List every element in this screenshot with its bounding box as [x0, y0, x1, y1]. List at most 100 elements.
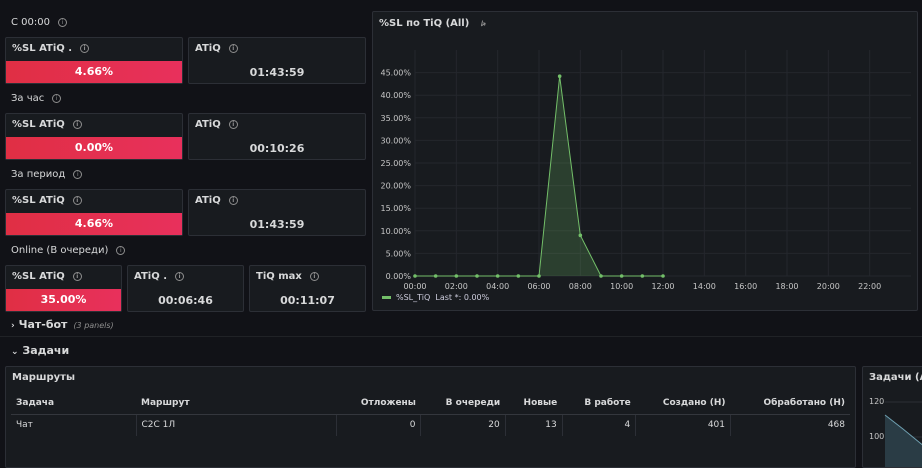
panel-title: ATiQ	[195, 195, 221, 206]
col-header-in-queue[interactable]: В очереди	[420, 392, 506, 415]
routes-panel: Маршруты Задача Маршрут Отложены В очере…	[5, 366, 856, 468]
info-icon[interactable]: i	[116, 245, 126, 255]
routes-table: Задача Маршрут Отложены В очереди Новые …	[11, 392, 850, 436]
section-label: За период	[11, 169, 66, 180]
data-point	[661, 274, 665, 278]
data-point	[454, 274, 459, 278]
y-tick-label: 10.00%	[380, 227, 411, 236]
info-icon[interactable]: i	[228, 43, 238, 53]
data-point	[578, 233, 583, 238]
stat-value: 4.66%	[6, 213, 182, 235]
sl-atiq-panel-3: %SL ATiQ i 4.66%	[5, 189, 183, 236]
data-point	[433, 274, 438, 278]
panel-title: ATiQ .	[134, 271, 167, 282]
data-point	[413, 274, 417, 278]
panel-title: %SL ATiQ	[12, 195, 65, 206]
routes-table-wrap: Задача Маршрут Отложены В очереди Новые …	[11, 392, 850, 436]
x-tick-label: 18:00	[775, 282, 798, 291]
col-header-postponed[interactable]: Отложены	[336, 392, 421, 415]
col-header-processed[interactable]: Обработано (Н)	[730, 392, 850, 415]
col-header-in-work[interactable]: В работе	[562, 392, 636, 415]
info-icon[interactable]: i	[52, 93, 62, 103]
sl-atiq-panel-2: %SL ATiQ i 0.00%	[5, 113, 183, 160]
info-icon[interactable]: i	[80, 43, 90, 53]
row-chatbot[interactable]: › Чат-бот (3 panels)	[11, 318, 114, 331]
info-icon[interactable]: i	[72, 195, 82, 205]
info-icon[interactable]: i	[73, 169, 83, 179]
x-tick-label: 06:00	[527, 282, 550, 291]
y-tick-label: 25.00%	[380, 159, 411, 168]
x-tick-label: 14:00	[693, 282, 716, 291]
cell-created: 401	[635, 414, 731, 436]
col-header-created[interactable]: Создано (Н)	[635, 392, 731, 415]
section-since-midnight: С 00:00 i	[11, 17, 67, 28]
tasks-mini-chart	[884, 401, 922, 467]
x-tick-label: 22:00	[858, 282, 881, 291]
data-point	[516, 274, 521, 278]
y-tick-label: 20.00%	[380, 182, 411, 191]
info-icon[interactable]: i	[228, 119, 238, 129]
cell-task: Чат	[11, 414, 137, 436]
info-icon[interactable]: i	[72, 271, 82, 281]
atiq-panel-3: ATiQ i 01:43:59	[188, 189, 366, 236]
atiq-panel-4: ATiQ . i 00:06:46	[127, 265, 244, 312]
x-tick-label: 02:00	[445, 282, 468, 291]
stat-value: 35.00%	[6, 289, 121, 311]
tiq-max-panel: TiQ max i 00:11:07	[249, 265, 366, 312]
section-online: Online (В очереди) i	[11, 245, 126, 256]
cell-in-queue: 20	[420, 414, 506, 436]
stat-value: 00:06:46	[158, 294, 213, 307]
x-tick-label: 10:00	[610, 282, 633, 291]
chevron-down-icon: ⌄	[11, 347, 19, 357]
row-title: Чат-бот	[18, 318, 68, 331]
stat-value: 01:43:59	[249, 66, 305, 79]
section-period: За период i	[11, 169, 83, 180]
row-note: (3 panels)	[73, 321, 114, 330]
panel-title: ATiQ	[195, 119, 221, 130]
section-label: Online (В очереди)	[11, 245, 109, 256]
y-tick-label: 30.00%	[380, 136, 411, 145]
y-tick-label: 0.00%	[386, 272, 412, 281]
divider	[0, 336, 922, 337]
stat-value: 0.00%	[6, 137, 182, 159]
section-last-hour: За час i	[11, 93, 62, 104]
info-icon[interactable]: i	[228, 195, 238, 205]
stat-value: 00:10:26	[249, 142, 305, 155]
panel-title: %SL ATiQ	[12, 119, 65, 130]
section-label: За час	[11, 93, 45, 104]
info-icon[interactable]: i	[309, 271, 319, 281]
col-header-new[interactable]: Новые	[505, 392, 563, 415]
panel-title: ATiQ	[195, 43, 221, 54]
panel-title: %SL ATiQ .	[12, 43, 73, 54]
x-tick-label: 00:00	[403, 282, 426, 291]
data-point	[599, 274, 603, 278]
legend-stat: Last *: 0.00%	[435, 293, 490, 302]
panel-title: TiQ max	[256, 271, 302, 282]
tasks-all-panel: Задачи (All) 120 100	[862, 366, 922, 468]
info-icon[interactable]: i	[57, 17, 67, 27]
info-icon[interactable]: i	[72, 119, 82, 129]
sl-tiq-graph-panel: %SL по TiQ (All) ⭟ 0.00% 5.00% 10.00% 15.00…	[372, 11, 918, 311]
row-tasks[interactable]: ⌄ Задачи	[11, 344, 69, 357]
data-point	[537, 274, 541, 278]
data-point	[475, 274, 479, 278]
cell-new: 13	[505, 414, 563, 436]
col-header-route[interactable]: Маршрут	[136, 392, 336, 415]
panel-title: %SL ATiQ	[12, 271, 65, 282]
sl-atiq-panel-4: %SL ATiQ i 35.00%	[5, 265, 122, 312]
data-point	[557, 74, 562, 79]
graph-legend[interactable]: %SL_TiQ Last *: 0.00%	[382, 293, 489, 302]
atiq-panel-1: ATiQ i 01:43:59	[188, 37, 366, 84]
cell-postponed: 0	[336, 414, 422, 436]
y-tick-label: 15.00%	[380, 204, 411, 213]
chart-svg: 0.00% 5.00% 10.00% 15.00% 20.00% 25.00% 30.00%…	[380, 50, 911, 291]
y-tick-label: 45.00%	[380, 69, 411, 78]
table-row: Чат C2C 1Л 0 20 13 4 401 468	[11, 414, 850, 436]
cell-route: C2C 1Л	[136, 414, 337, 436]
stat-value: 01:43:59	[249, 218, 305, 231]
stat-value: 00:11:07	[280, 294, 335, 307]
y-tick-label: 40.00%	[380, 91, 411, 100]
info-icon[interactable]: i	[175, 271, 184, 281]
x-tick-label: 04:00	[486, 282, 509, 291]
col-header-task[interactable]: Задача	[11, 392, 136, 415]
